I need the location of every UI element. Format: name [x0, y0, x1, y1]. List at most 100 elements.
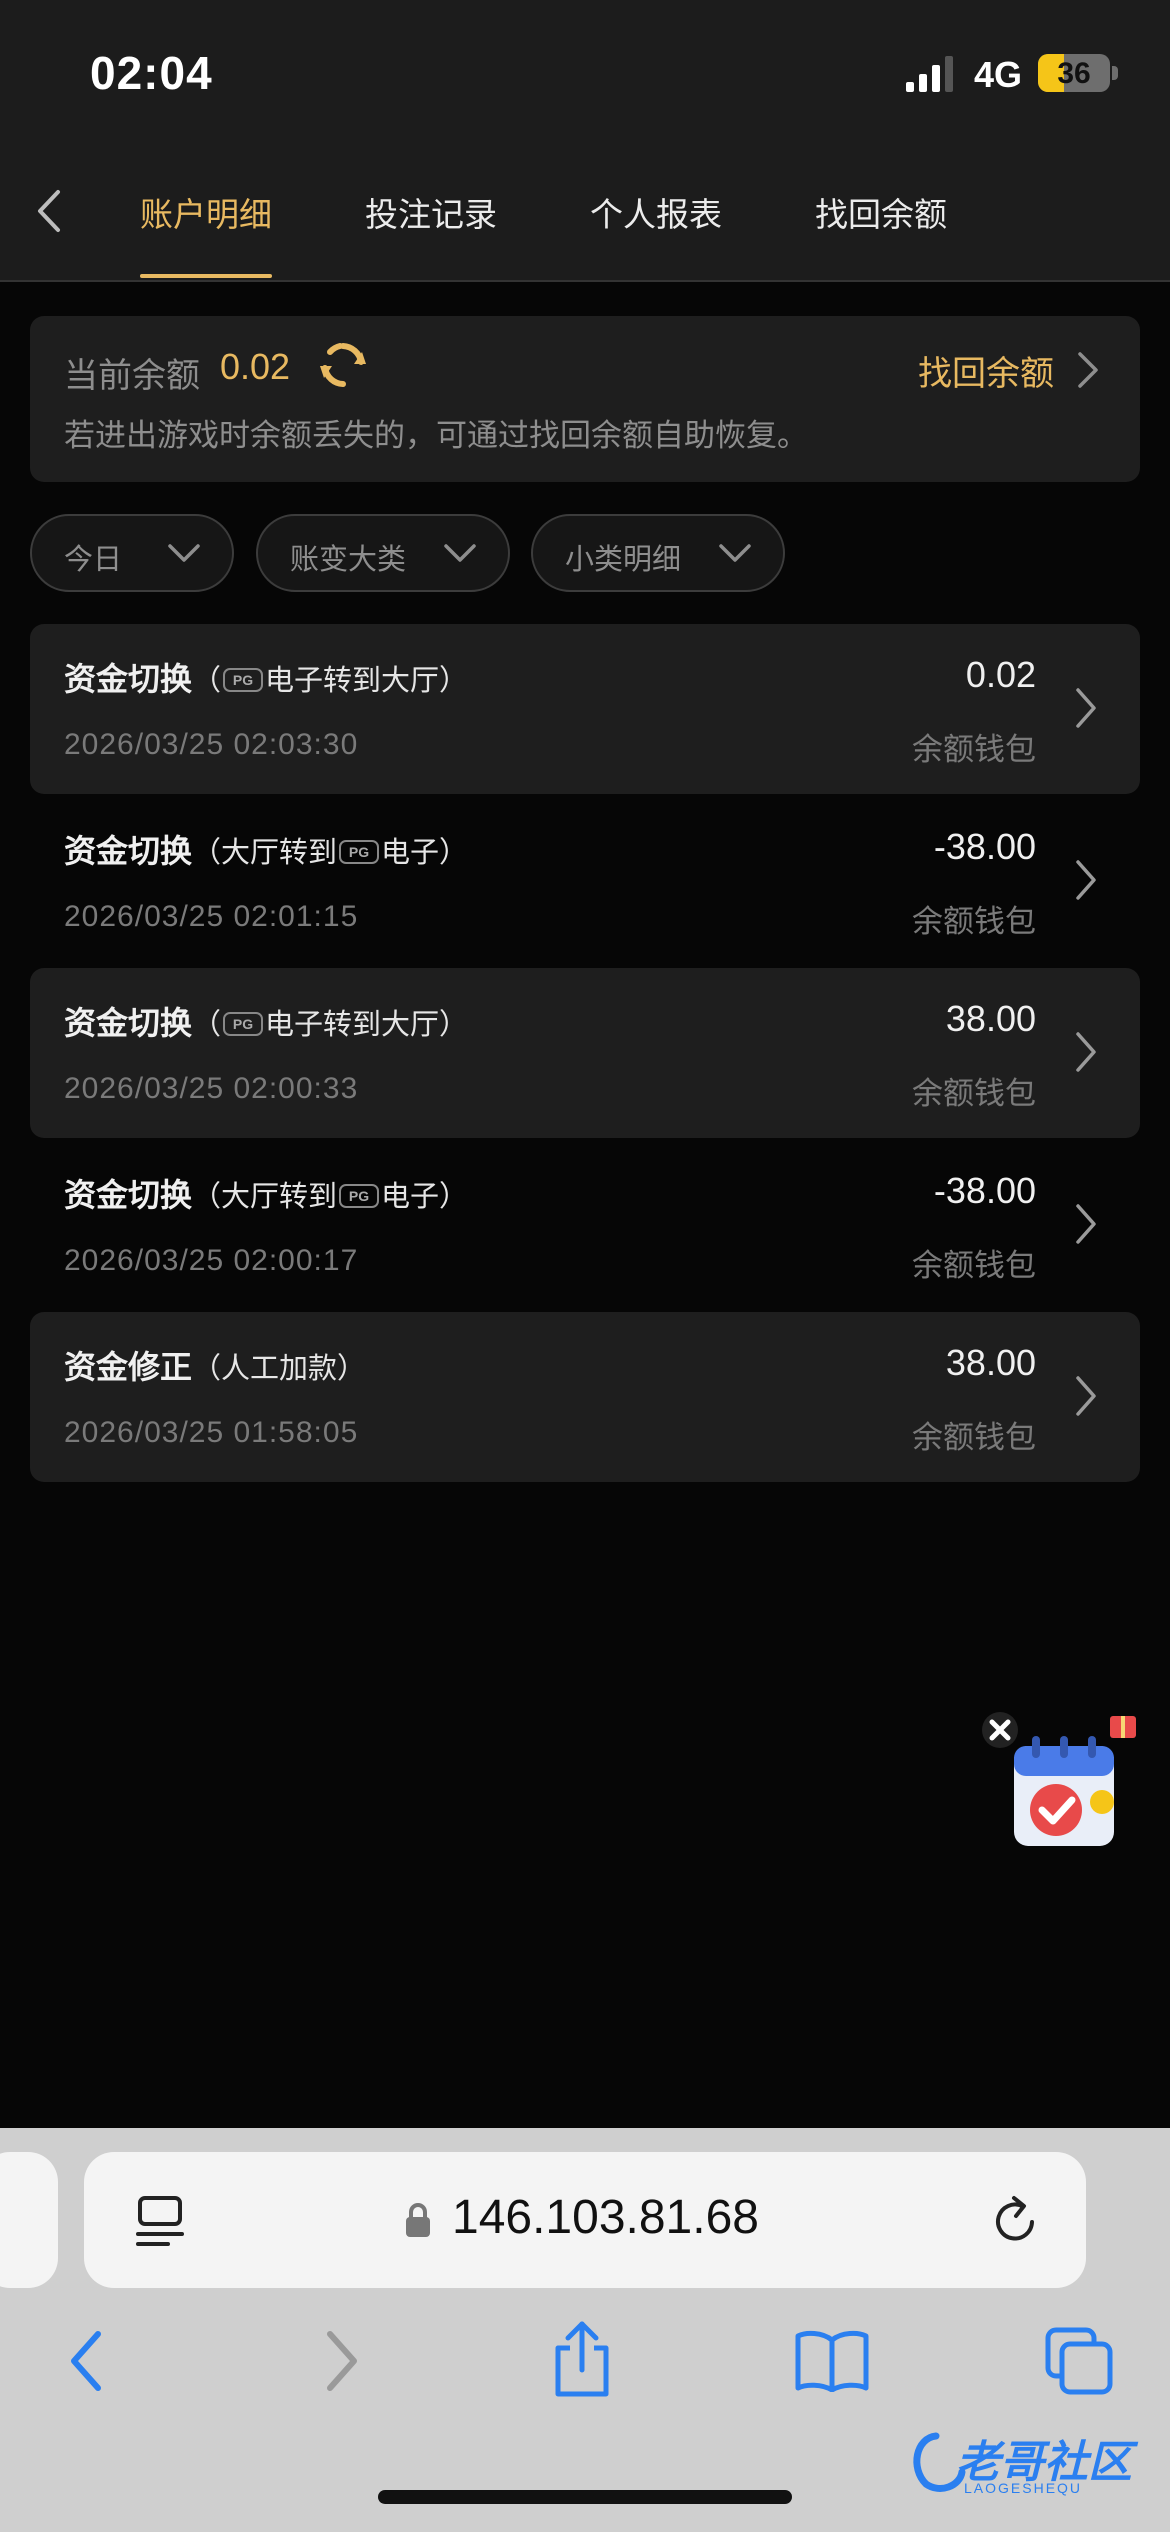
chevron-right-icon[interactable]	[1070, 1030, 1100, 1074]
record-title: 资金切换（ PG 电子转到大厅）	[64, 654, 468, 700]
previous-tab-card[interactable]	[0, 2152, 58, 2288]
tab-account-details[interactable]: 账户明细	[140, 188, 272, 236]
svg-text:PG: PG	[349, 1188, 369, 1204]
back-chevron-icon[interactable]	[30, 186, 70, 236]
record-amount: -38.00	[933, 826, 1036, 867]
record-row[interactable]: 资金切换（大厅转到 PG 电子） 2026/03/25 02:01:15 -38.00 余…	[30, 796, 1140, 966]
lock-icon	[406, 2203, 430, 2237]
record-wallet: 余额钱包	[912, 732, 1036, 767]
balance-value: 0.02	[220, 346, 291, 387]
record-wallet: 余额钱包	[912, 1076, 1036, 1111]
tabs-icon[interactable]	[1044, 2326, 1114, 2396]
active-tab-indicator	[140, 274, 272, 278]
tab-personal-report[interactable]: 个人报表	[590, 188, 722, 236]
tab-recover-balance[interactable]: 找回余额	[815, 188, 947, 236]
record-wallet: 余额钱包	[912, 1420, 1036, 1455]
balance-card: 当前余额 0.02 找回余额 若进出游戏时余额丢失的，可通过找回余额自助恢复。	[30, 316, 1140, 482]
bookmarks-icon[interactable]	[794, 2330, 870, 2392]
close-icon	[982, 1712, 1018, 1748]
record-wallet: 余额钱包	[912, 1248, 1036, 1283]
record-type: 资金切换	[64, 661, 193, 697]
pg-logo-icon: PG	[223, 1012, 264, 1036]
battery-tip	[1112, 66, 1118, 80]
record-date: 2026/03/25 02:00:33	[64, 1072, 359, 1105]
watermark-logo: 老哥社区 LAOGESHEQU	[906, 2422, 1162, 2506]
record-date: 2026/03/25 01:58:05	[64, 1416, 359, 1449]
record-date: 2026/03/25 02:00:17	[64, 1244, 359, 1277]
record-amount: -38.00	[933, 1170, 1036, 1211]
filter-category-label: 账变大类	[290, 544, 407, 576]
chevron-right-icon[interactable]	[1070, 1374, 1100, 1418]
chevron-right-icon[interactable]	[1072, 350, 1102, 390]
record-title: 资金切换（ PG 电子转到大厅）	[64, 998, 468, 1044]
record-title: 资金切换（大厅转到 PG 电子）	[64, 826, 468, 872]
share-icon[interactable]	[550, 2320, 614, 2400]
status-bar: 02:04 4G 36	[0, 0, 1170, 140]
record-detail: （大厅转到 PG 电子）	[192, 1181, 468, 1213]
svg-text:PG: PG	[233, 1016, 253, 1032]
chevron-right-icon[interactable]	[1070, 1202, 1100, 1246]
filter-date[interactable]: 今日	[30, 514, 234, 592]
chevron-down-icon	[444, 544, 476, 562]
browser-back-icon[interactable]	[62, 2326, 112, 2396]
network-type: 4G	[974, 54, 1023, 95]
record-detail-post: 电子转到大厅）	[265, 1009, 469, 1041]
record-detail-pre: （人工加款）	[192, 1353, 367, 1385]
balance-label: 当前余额	[64, 357, 200, 395]
record-detail-pre: （	[192, 1009, 222, 1041]
battery-level: 36	[1057, 57, 1091, 90]
record-detail: （大厅转到 PG 电子）	[192, 837, 468, 869]
address-bar[interactable]: 146.103.81.68	[84, 2152, 1086, 2288]
svg-text:PG: PG	[233, 672, 253, 688]
record-type: 资金切换	[64, 1005, 193, 1041]
balance-hint: 若进出游戏时余额丢失的，可通过找回余额自助恢复。	[64, 418, 808, 453]
reader-mode-icon[interactable]	[134, 2194, 186, 2248]
browser-forward-icon	[327, 2331, 357, 2391]
chevron-right-icon[interactable]	[1070, 686, 1100, 730]
chevron-down-icon	[719, 544, 751, 562]
record-wallet: 余额钱包	[912, 904, 1036, 939]
record-row[interactable]: 资金修正（人工加款） 2026/03/25 01:58:05 38.00 余额钱包	[30, 1312, 1140, 1482]
top-tab-bar: 账户明细 投注记录 个人报表 找回余额	[0, 140, 1170, 282]
record-detail-post: 电子转到大厅）	[265, 665, 469, 697]
filter-subcategory-label: 小类明细	[565, 544, 682, 576]
record-amount: 38.00	[945, 1342, 1036, 1383]
record-detail-post: 电子）	[381, 1181, 469, 1213]
home-indicator	[378, 2490, 792, 2504]
pg-logo-icon: PG	[339, 1184, 380, 1208]
filter-category[interactable]: 账变大类	[256, 514, 510, 592]
refresh-icon[interactable]	[318, 340, 368, 390]
record-amount: 38.00	[945, 998, 1036, 1039]
record-title: 资金修正（人工加款）	[64, 1342, 366, 1388]
signal-icon	[906, 56, 953, 92]
record-detail: （人工加款）	[192, 1353, 366, 1385]
record-date: 2026/03/25 02:01:15	[64, 900, 359, 933]
record-row[interactable]: 资金切换（ PG 电子转到大厅） 2026/03/25 02:03:30 0.02 余额钱…	[30, 624, 1140, 794]
chevron-down-icon	[168, 544, 200, 562]
chevron-right-icon[interactable]	[1070, 858, 1100, 902]
tab-bet-records[interactable]: 投注记录	[365, 188, 497, 236]
record-amount: 0.02	[965, 654, 1036, 695]
record-title: 资金切换（大厅转到 PG 电子）	[64, 1170, 468, 1216]
record-type: 资金切换	[64, 1177, 193, 1213]
reload-icon[interactable]	[988, 2192, 1044, 2250]
filter-subcategory[interactable]: 小类明细	[531, 514, 785, 592]
svg-text:PG: PG	[349, 844, 369, 860]
record-detail-pre: （大厅转到	[192, 837, 338, 869]
watermark-subtext: LAOGESHEQU	[964, 2480, 1083, 2496]
filter-date-label: 今日	[64, 544, 123, 576]
record-date: 2026/03/25 02:03:30	[64, 728, 359, 761]
pg-logo-icon: PG	[339, 840, 380, 864]
record-row[interactable]: 资金切换（ PG 电子转到大厅） 2026/03/25 02:00:33 38.00 余额…	[30, 968, 1140, 1138]
record-detail: （ PG 电子转到大厅）	[192, 665, 468, 697]
battery-icon: 36	[1038, 54, 1110, 92]
url-text[interactable]: 146.103.81.68	[452, 2190, 759, 2245]
status-time: 02:04	[90, 47, 213, 99]
record-detail-pre: （大厅转到	[192, 1181, 338, 1213]
calendar-checkin-icon[interactable]	[980, 1706, 1150, 1856]
recover-balance-link[interactable]: 找回余额	[918, 346, 1054, 395]
gift-icon	[1110, 1716, 1136, 1738]
record-type: 资金切换	[64, 833, 193, 869]
record-detail: （ PG 电子转到大厅）	[192, 1009, 468, 1041]
record-row[interactable]: 资金切换（大厅转到 PG 电子） 2026/03/25 02:00:17 -38.00 余…	[30, 1140, 1140, 1310]
